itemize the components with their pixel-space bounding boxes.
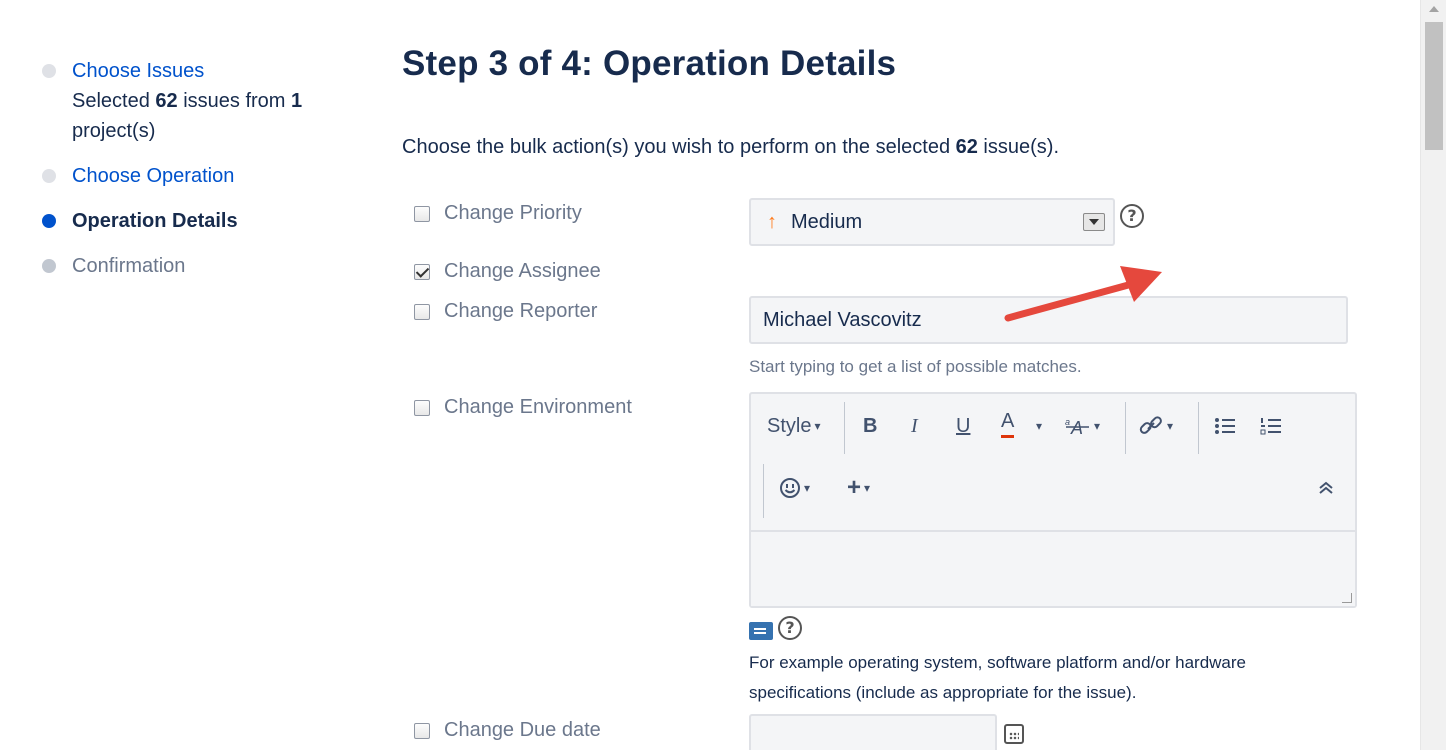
underline-button[interactable]: U xyxy=(956,410,970,442)
progress-steps: Choose Issues Selected 62 issues from 1 … xyxy=(40,56,340,281)
step-pending-dot xyxy=(42,259,56,273)
intro-count: 62 xyxy=(955,136,978,158)
environment-textarea[interactable] xyxy=(751,532,1355,606)
style-label: Style xyxy=(767,414,812,437)
choose-operation-link[interactable]: Choose Operation xyxy=(72,165,234,187)
help-icon[interactable]: ? xyxy=(1120,204,1144,228)
change-due-date-label: Change Due date xyxy=(444,719,601,741)
link-button[interactable]: ▾ xyxy=(1138,410,1173,442)
toolbar-divider xyxy=(844,402,845,454)
summary-issue-count: 62 xyxy=(155,90,178,112)
confirmation-label: Confirmation xyxy=(72,255,186,277)
priority-select[interactable]: ↑ Medium xyxy=(749,198,1115,246)
environment-editor: Style ▾ B I U A ▾ aA ▾ ▾ ▾ + ▾ xyxy=(749,392,1357,608)
text-color-dropdown[interactable]: ▾ xyxy=(1033,410,1042,442)
step-choose-operation: Choose Operation xyxy=(40,161,340,191)
step-confirmation: Confirmation xyxy=(40,251,340,281)
main-content: Step 3 of 4: Operation Details Choose th… xyxy=(402,0,1402,750)
step-done-dot xyxy=(42,64,56,78)
chevron-down-icon[interactable] xyxy=(1083,213,1105,231)
change-priority-label: Change Priority xyxy=(444,202,582,224)
change-environment-row[interactable]: Change Environment xyxy=(414,396,632,419)
vertical-scrollbar[interactable] xyxy=(1420,0,1446,750)
double-chevron-up-icon xyxy=(1319,481,1333,494)
chevron-down-icon: ▾ xyxy=(864,481,871,495)
chevron-down-icon: ▾ xyxy=(814,419,821,433)
change-assignee-row[interactable]: Change Assignee xyxy=(414,260,601,283)
bullet-list-icon xyxy=(1215,418,1235,434)
chevron-down-icon: ▾ xyxy=(804,481,811,495)
italic-button[interactable]: I xyxy=(911,410,918,442)
toolbar-divider xyxy=(1125,402,1126,454)
bold-button[interactable]: B xyxy=(863,410,877,442)
text-color-button[interactable]: A xyxy=(1001,408,1015,438)
reporter-hint: Start typing to get a list of possible m… xyxy=(749,357,1082,376)
change-priority-checkbox[interactable] xyxy=(414,205,430,222)
text-formatting-button[interactable]: aA ▾ xyxy=(1063,410,1100,442)
change-reporter-checkbox[interactable] xyxy=(414,303,430,320)
text-formatting-icon: aA xyxy=(1065,417,1089,437)
intro-prefix: Choose the bulk action(s) you wish to pe… xyxy=(402,136,956,158)
change-assignee-checkbox[interactable] xyxy=(414,263,430,280)
emoji-button[interactable]: ▾ xyxy=(779,472,810,504)
change-due-date-row[interactable]: Change Due date xyxy=(414,719,601,742)
bullet-list-button[interactable] xyxy=(1214,410,1236,442)
style-dropdown[interactable]: Style ▾ xyxy=(767,410,821,442)
insert-button[interactable]: + ▾ xyxy=(847,472,870,504)
step-operation-details: Operation Details xyxy=(40,206,340,236)
change-priority-row[interactable]: Change Priority xyxy=(414,202,582,225)
page-title: Step 3 of 4: Operation Details xyxy=(402,44,897,83)
toolbar-divider xyxy=(1198,402,1199,454)
numbered-list-button[interactable] xyxy=(1260,410,1282,442)
link-icon xyxy=(1139,416,1162,434)
intro-suffix: issue(s). xyxy=(977,136,1059,158)
summary-suffix: project(s) xyxy=(72,120,156,142)
due-date-input[interactable] xyxy=(749,714,997,750)
change-environment-checkbox[interactable] xyxy=(414,399,430,416)
scrollbar-thumb[interactable] xyxy=(1425,22,1443,150)
wiki-markup-icon[interactable] xyxy=(749,622,773,640)
collapse-toolbar-button[interactable] xyxy=(1317,472,1335,504)
summary-project-count: 1 xyxy=(291,90,303,112)
chevron-down-icon: ▾ xyxy=(1167,419,1174,433)
selected-issues-summary: Selected 62 issues from 1 project(s) xyxy=(72,86,340,146)
change-reporter-row[interactable]: Change Reporter xyxy=(414,300,597,323)
editor-toolbar: Style ▾ B I U A ▾ aA ▾ ▾ ▾ + ▾ xyxy=(751,394,1355,532)
step-active-dot xyxy=(42,214,56,228)
choose-issues-link[interactable]: Choose Issues xyxy=(72,60,204,82)
toolbar-divider xyxy=(763,464,764,518)
help-icon[interactable]: ? xyxy=(778,616,802,640)
priority-value: Medium xyxy=(791,210,863,233)
summary-mid: issues from xyxy=(177,90,291,112)
scroll-up-icon[interactable] xyxy=(1429,6,1439,12)
plus-icon: + xyxy=(847,474,862,501)
change-reporter-label: Change Reporter xyxy=(444,300,598,322)
calendar-icon[interactable] xyxy=(1004,724,1024,744)
operation-details-label: Operation Details xyxy=(72,210,238,232)
emoji-icon xyxy=(780,478,800,498)
annotation-arrow-icon xyxy=(1004,266,1162,322)
change-environment-label: Change Environment xyxy=(444,396,632,418)
step-done-dot xyxy=(42,169,56,183)
chevron-down-icon: ▾ xyxy=(1094,419,1101,433)
resize-handle[interactable] xyxy=(1342,593,1352,603)
chevron-down-icon: ▾ xyxy=(1036,419,1043,433)
intro-text: Choose the bulk action(s) you wish to pe… xyxy=(402,136,1059,159)
arrow-up-icon: ↑ xyxy=(767,210,777,233)
environment-help-text: For example operating system, software p… xyxy=(749,653,1247,702)
change-assignee-label: Change Assignee xyxy=(444,260,601,282)
svg-text:a: a xyxy=(1065,417,1070,427)
summary-prefix: Selected xyxy=(72,90,156,112)
step-choose-issues: Choose Issues Selected 62 issues from 1 … xyxy=(40,56,340,146)
change-due-date-checkbox[interactable] xyxy=(414,722,430,739)
numbered-list-icon xyxy=(1260,418,1281,435)
